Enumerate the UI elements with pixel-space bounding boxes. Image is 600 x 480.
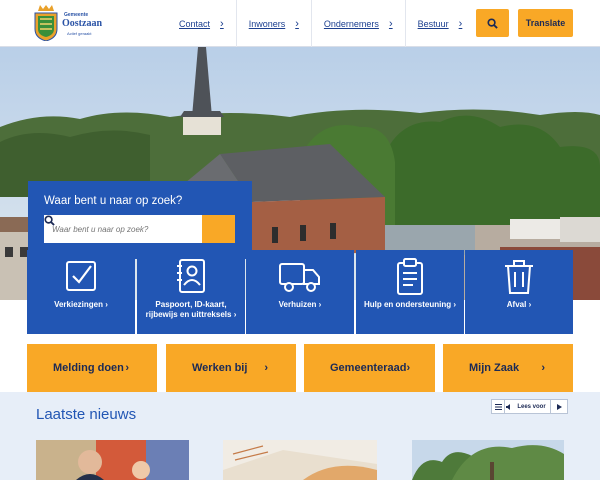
quick-link-melding[interactable]: Melding doen › xyxy=(27,344,157,392)
nav-item-ondernemers[interactable]: Ondernemers › xyxy=(312,0,406,47)
news-title: Laatste nieuws xyxy=(36,406,137,423)
quick-link-label: Werken bij xyxy=(192,362,248,374)
truck-icon xyxy=(279,263,320,292)
quick-link-label: Gemeenteraad xyxy=(330,362,407,374)
chevron-right-icon: › xyxy=(220,17,224,30)
service-tile-label: Paspoort, ID-kaart, rijbewijs en uittrek… xyxy=(145,300,232,319)
service-tile-hulp[interactable]: Hulp en ondersteuning › xyxy=(356,250,464,334)
quick-link-werken[interactable]: Werken bij › xyxy=(166,344,296,392)
service-tile-paspoort[interactable]: Paspoort, ID-kaart, rijbewijs en uittrek… xyxy=(137,250,245,334)
site-header: Gemeente Oostzaan Actief geraakt Contact… xyxy=(0,0,600,47)
nav-item-label: Contact xyxy=(179,18,211,29)
chevron-right-icon: › xyxy=(233,310,237,319)
service-tile-label: Hulp en ondersteuning xyxy=(363,300,452,309)
clipboard-icon xyxy=(397,258,423,295)
logo-tagline: Actief geraakt xyxy=(67,31,92,36)
chevron-right-icon: › xyxy=(406,362,411,374)
service-tile-label: Afval xyxy=(506,300,527,309)
chevron-right-icon: › xyxy=(105,300,108,309)
search-row xyxy=(44,215,235,243)
search-submit-button[interactable] xyxy=(44,215,235,243)
id-card-icon xyxy=(177,259,205,293)
news-section: Laatste nieuws Lees voor xyxy=(0,392,600,480)
chevron-right-icon: › xyxy=(541,362,545,374)
nav-item-contact[interactable]: Contact › xyxy=(167,0,237,47)
chevron-right-icon: › xyxy=(125,362,129,374)
service-tile-verkiezingen[interactable]: Verkiezingen › xyxy=(27,250,135,334)
chevron-right-icon: › xyxy=(453,300,456,309)
quick-link-gemeenteraad[interactable]: Gemeenteraad › xyxy=(304,344,435,392)
chevron-right-icon: › xyxy=(528,300,532,309)
news-photo xyxy=(223,440,377,480)
service-tiles: Verkiezingen › Paspoort, ID-kaart, rijbe… xyxy=(27,250,573,334)
search-title: Waar bent u naar op zoek? xyxy=(44,195,183,207)
chevron-right-icon: › xyxy=(388,17,393,30)
main-nav: Contact › Inwoners › Ondernemers › Bestu… xyxy=(167,0,474,47)
news-card-image[interactable] xyxy=(412,440,564,480)
menu-icon[interactable] xyxy=(492,400,505,413)
search-icon xyxy=(44,215,55,226)
service-tile-verhuizen[interactable]: Verhuizen › xyxy=(246,250,354,334)
news-photo xyxy=(412,440,564,480)
service-tile-afval[interactable]: Afval › xyxy=(465,250,573,334)
read-aloud-label: Lees voor xyxy=(513,400,551,413)
search-icon xyxy=(487,17,498,29)
trash-icon xyxy=(505,260,533,294)
news-photo xyxy=(36,440,189,480)
chevron-right-icon: › xyxy=(264,362,268,374)
chevron-right-icon: › xyxy=(295,17,299,30)
logo-name: Oostzaan xyxy=(62,18,102,29)
chevron-right-icon: › xyxy=(318,300,322,309)
quick-link-label: Melding doen xyxy=(53,362,124,374)
header-search-button[interactable] xyxy=(476,9,509,37)
nav-item-label: Ondernemers xyxy=(323,18,379,29)
nav-item-label: Inwoners xyxy=(248,18,286,29)
checkbox-icon xyxy=(66,261,96,291)
news-card-image[interactable] xyxy=(223,440,377,480)
speaker-icon xyxy=(505,400,513,413)
quick-link-mijn-zaak[interactable]: Mijn Zaak › xyxy=(443,344,573,392)
play-icon[interactable] xyxy=(551,400,567,413)
service-tile-label: Verhuizen xyxy=(278,300,317,309)
search-input[interactable] xyxy=(44,215,202,243)
coat-of-arms-icon xyxy=(34,5,58,41)
search-panel: Waar bent u naar op zoek? xyxy=(28,181,252,259)
nav-item-bestuur[interactable]: Bestuur › xyxy=(406,0,475,47)
gemeente-logo[interactable]: Gemeente Oostzaan Actief geraakt xyxy=(34,3,110,43)
chevron-right-icon: › xyxy=(458,17,463,30)
nav-item-label: Bestuur xyxy=(417,18,449,29)
nav-item-inwoners[interactable]: Inwoners › xyxy=(237,0,312,47)
news-card-image[interactable] xyxy=(36,440,189,480)
read-aloud-widget[interactable]: Lees voor xyxy=(491,399,568,414)
quick-link-label: Mijn Zaak xyxy=(469,362,520,374)
translate-button[interactable]: Translate xyxy=(518,9,573,37)
service-tile-label: Verkiezingen xyxy=(54,300,103,309)
